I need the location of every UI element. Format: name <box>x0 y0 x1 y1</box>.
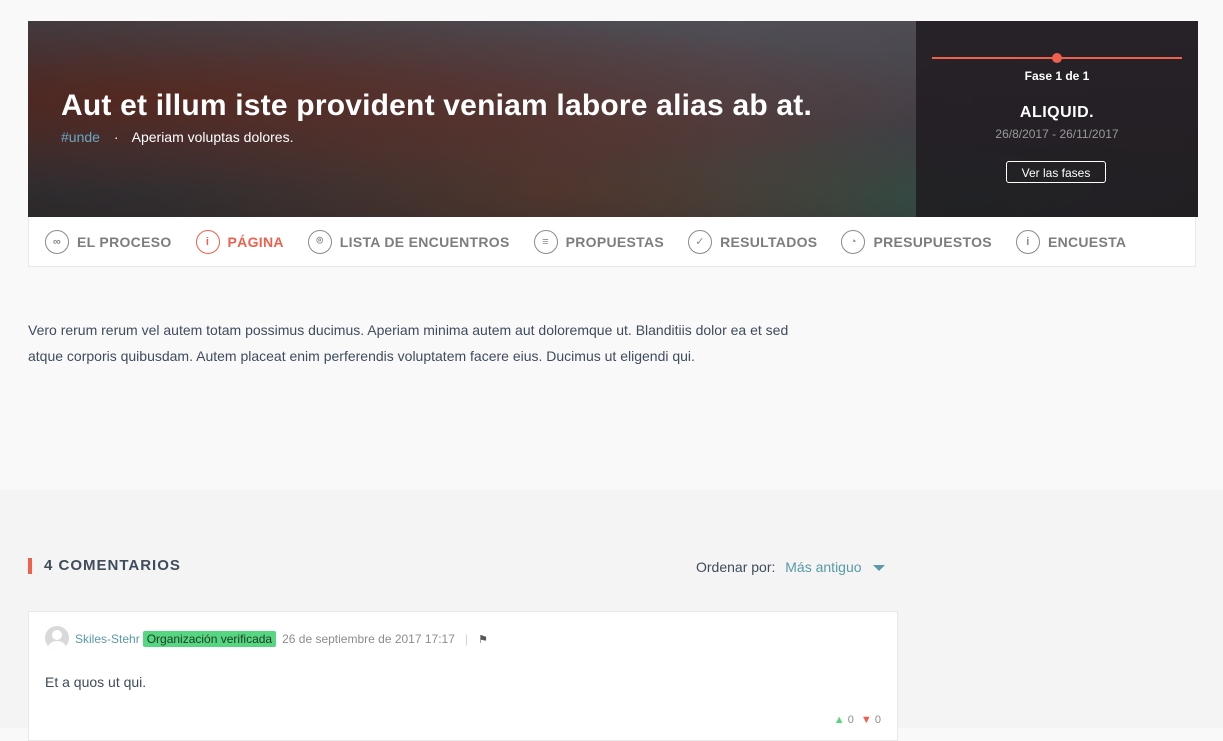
pie-chart-icon: ◔ <box>841 229 866 254</box>
downvote-count: 0 <box>874 714 881 726</box>
info-icon: i <box>1015 229 1040 254</box>
phase-dates: 26/8/2017 - 26/11/2017 <box>995 127 1119 141</box>
phase-step: Fase 1 de 1 <box>1024 69 1090 83</box>
tab-presupuestos[interactable]: ◔ PRESUPUESTOS <box>841 229 992 254</box>
tab-lista-de-encuentros[interactable]: ⌾ LISTA DE ENCUENTROS <box>307 229 510 254</box>
phase-progress-marker <box>1052 53 1062 63</box>
order-label: Ordenar por: <box>696 559 776 575</box>
downvote-icon[interactable]: ▼ <box>861 714 872 726</box>
process-meta: #unde · Aperiam voluptas dolores. <box>61 129 294 145</box>
comment-date: 26 de septiembre de 2017 17:17 <box>282 632 455 646</box>
phase-name: ALIQUID. <box>1019 104 1095 121</box>
comment-header: Skiles-Stehr Organización verificada 26 … <box>75 631 488 647</box>
flag-icon[interactable]: ⚑ <box>478 633 488 646</box>
view-phases-button[interactable]: Ver las fases <box>1006 161 1106 183</box>
comment-body: Et a quos ut qui. <box>45 674 147 690</box>
tab-label: EL PROCESO <box>77 233 172 250</box>
tab-página[interactable]: i PÁGINA <box>195 229 284 254</box>
tab-resultados[interactable]: ✓ RESULTADOS <box>688 229 818 254</box>
comment-votes: ▲ 0 ▼ 0 <box>834 714 881 726</box>
info-icon: i <box>195 229 220 254</box>
phase-panel: Fase 1 de 1 ALIQUID. 26/8/2017 - 26/11/2… <box>916 21 1198 217</box>
comments-count-title: 4 COMENTARIOS <box>28 558 181 574</box>
process-subtitle: Aperiam voluptas dolores. <box>131 129 294 145</box>
meta-separator: · <box>113 129 119 145</box>
tab-label: PÁGINA <box>227 233 284 250</box>
tab-label: ENCUESTA <box>1047 233 1127 250</box>
verified-organization-badge: Organización verificada <box>142 631 277 647</box>
check-icon: ✓ <box>688 229 713 254</box>
tab-label: RESULTADOS <box>720 233 818 250</box>
proposals-icon: ≡ <box>533 229 558 254</box>
map-pin-icon: ⌾ <box>307 229 332 254</box>
process-nav-tabs: ∞ EL PROCESO i PÁGINA ⌾ LISTA DE ENCUENTROS ≡ P… <box>28 217 1196 267</box>
separator: | <box>464 632 469 646</box>
process-hashtag[interactable]: #unde <box>61 129 100 145</box>
process-icon: ∞ <box>45 229 69 254</box>
process-hero-banner: Aut et illum iste provident veniam labor… <box>28 21 1198 217</box>
tab-el-proceso[interactable]: ∞ EL PROCESO <box>45 229 172 254</box>
upvote-icon[interactable]: ▲ <box>834 714 845 726</box>
process-title: Aut et illum iste provident veniam labor… <box>61 89 812 122</box>
tab-label: LISTA DE ENCUENTROS <box>339 233 510 250</box>
order-selector[interactable]: Ordenar por: Más antiguo <box>696 559 886 575</box>
order-value[interactable]: Más antiguo <box>785 559 861 575</box>
tab-encuesta[interactable]: i ENCUESTA <box>1015 229 1127 254</box>
tab-label: PROPUESTAS <box>565 233 665 250</box>
comment-author[interactable]: Skiles-Stehr <box>75 632 140 646</box>
page-body-text: Vero rerum rerum vel autem totam possimu… <box>28 322 789 364</box>
upvote-count: 0 <box>847 714 854 726</box>
comment-card: Skiles-Stehr Organización verificada 26 … <box>28 611 898 741</box>
tab-propuestas[interactable]: ≡ PROPUESTAS <box>533 229 665 254</box>
chevron-down-icon[interactable] <box>873 565 886 572</box>
tab-label: PRESUPUESTOS <box>873 233 992 250</box>
avatar <box>45 626 69 650</box>
